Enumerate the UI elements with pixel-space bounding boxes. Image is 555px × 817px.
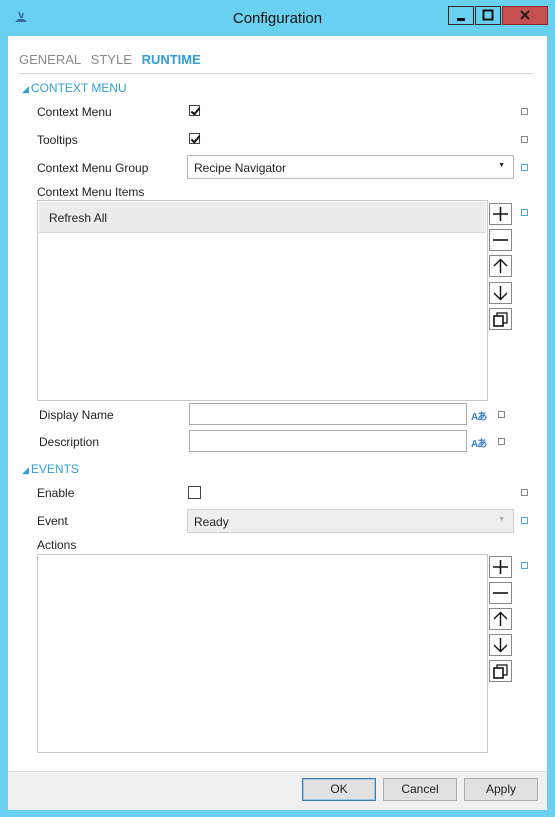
- event-label: Event: [37, 514, 68, 528]
- move-down-button[interactable]: [489, 282, 512, 304]
- tab-separator: [19, 73, 533, 74]
- close-icon: [520, 10, 530, 20]
- cancel-button[interactable]: Cancel: [383, 778, 457, 801]
- remove-action-button[interactable]: [489, 582, 512, 604]
- close-button[interactable]: [502, 6, 548, 25]
- tooltips-label: Tooltips: [37, 133, 78, 147]
- context-menu-label: Context Menu: [37, 105, 112, 119]
- enable-checkbox[interactable]: [188, 486, 201, 499]
- list-item[interactable]: Refresh All: [39, 202, 486, 233]
- plus-icon: [493, 560, 508, 574]
- property-marker-icon[interactable]: [521, 562, 528, 569]
- window-frame-bottom: [0, 809, 555, 817]
- add-action-button[interactable]: [489, 556, 512, 578]
- description-input[interactable]: [189, 430, 467, 452]
- actions-list[interactable]: [37, 554, 488, 753]
- property-marker-icon[interactable]: [521, 108, 528, 115]
- window-frame-right: [547, 36, 555, 817]
- context-menu-items-list[interactable]: Refresh All: [37, 200, 488, 401]
- move-action-down-button[interactable]: [489, 634, 512, 656]
- collapse-triangle-icon: ◢: [22, 465, 29, 475]
- context-menu-group-label: Context Menu Group: [37, 161, 149, 175]
- property-marker-icon[interactable]: [521, 136, 528, 143]
- context-menu-group-value: Recipe Navigator: [194, 161, 287, 175]
- context-menu-checkbox[interactable]: [189, 105, 200, 116]
- remove-item-button[interactable]: [489, 229, 512, 251]
- copy-action-button[interactable]: [489, 660, 512, 682]
- maximize-icon: [482, 9, 494, 21]
- tab-bar: GENERAL STYLE RUNTIME: [19, 52, 207, 67]
- plus-icon: [493, 207, 508, 221]
- copy-item-button[interactable]: [489, 308, 512, 330]
- context-menu-group-dropdown[interactable]: Recipe Navigator ▼: [187, 155, 514, 179]
- copy-icon: [493, 664, 508, 679]
- display-name-label: Display Name: [39, 408, 114, 422]
- event-value: Ready: [194, 515, 229, 529]
- arrow-up-icon: [493, 258, 508, 273]
- maximize-button[interactable]: [475, 6, 501, 25]
- ok-button[interactable]: OK: [302, 778, 376, 801]
- display-name-input[interactable]: [189, 403, 467, 425]
- minimize-icon: [457, 18, 465, 21]
- events-section-header[interactable]: ◢ EVENTS: [22, 462, 79, 476]
- description-label: Description: [39, 435, 100, 449]
- arrow-down-icon: [493, 638, 508, 653]
- actions-label: Actions: [37, 538, 77, 552]
- minimize-button[interactable]: [448, 6, 474, 25]
- chevron-down-icon: ▼: [498, 162, 505, 169]
- property-marker-icon[interactable]: [521, 517, 528, 524]
- copy-icon: [493, 312, 508, 327]
- property-marker-icon[interactable]: [521, 209, 528, 216]
- add-item-button[interactable]: [489, 203, 512, 225]
- minus-icon: [493, 592, 508, 594]
- translate-icon[interactable]: Aあ: [471, 408, 487, 423]
- minus-icon: [493, 239, 508, 241]
- move-up-button[interactable]: [489, 255, 512, 277]
- apply-button[interactable]: Apply: [464, 778, 538, 801]
- event-dropdown[interactable]: Ready ▼: [187, 509, 514, 533]
- tooltips-checkbox[interactable]: [189, 133, 200, 144]
- chevron-down-icon: ▼: [498, 516, 505, 523]
- property-marker-icon[interactable]: [498, 438, 505, 445]
- collapse-triangle-icon: ◢: [22, 84, 29, 94]
- context-menu-section-header[interactable]: ◢ CONTEXT MENU: [22, 81, 127, 95]
- translate-icon[interactable]: Aあ: [471, 435, 487, 450]
- move-action-up-button[interactable]: [489, 608, 512, 630]
- context-menu-section-label: CONTEXT MENU: [30, 81, 127, 95]
- tab-style[interactable]: STYLE: [91, 52, 132, 67]
- list-item-label: Refresh All: [49, 211, 108, 225]
- arrow-up-icon: [493, 611, 508, 626]
- window-frame-left: [0, 36, 8, 817]
- tab-runtime[interactable]: RUNTIME: [142, 52, 201, 67]
- arrow-down-icon: [493, 286, 508, 301]
- events-section-label: EVENTS: [30, 462, 79, 476]
- context-menu-items-label: Context Menu Items: [37, 185, 145, 199]
- enable-label: Enable: [37, 486, 75, 500]
- property-marker-icon[interactable]: [498, 411, 505, 418]
- tab-general[interactable]: GENERAL: [19, 52, 81, 67]
- property-marker-icon[interactable]: [521, 489, 528, 496]
- property-marker-icon[interactable]: [521, 164, 528, 171]
